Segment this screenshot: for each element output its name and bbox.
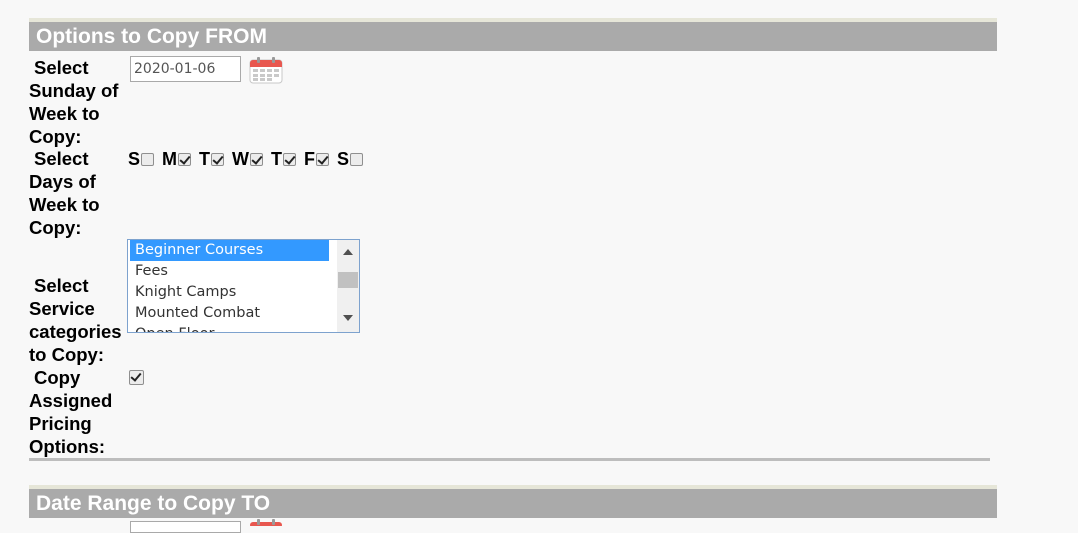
day-letter: T	[199, 148, 211, 169]
day-friday[interactable]: F	[304, 148, 330, 170]
list-item[interactable]: Knight Camps	[130, 282, 329, 303]
from-section-header: Options to Copy FROM	[29, 18, 997, 51]
list-item[interactable]: Mounted Combat	[130, 303, 329, 324]
copy-pricing-checkbox[interactable]	[129, 370, 144, 385]
day-checkbox[interactable]	[211, 152, 225, 166]
scroll-up-icon[interactable]	[343, 249, 353, 255]
day-sunday[interactable]: S	[128, 148, 155, 170]
day-checkbox[interactable]	[316, 152, 330, 166]
scroll-thumb[interactable]	[338, 272, 358, 288]
week-date-input[interactable]: 2020-01-06	[130, 56, 241, 82]
day-checkbox[interactable]	[141, 152, 155, 166]
to-section-header: Date Range to Copy TO	[29, 485, 997, 518]
scroll-down-icon[interactable]	[343, 315, 353, 321]
calendar-icon[interactable]	[249, 56, 283, 84]
days-label: Select Days of Week to Copy:	[29, 148, 100, 238]
day-monday[interactable]: M	[162, 148, 192, 170]
to-section-title: Date Range to Copy TO	[36, 492, 271, 515]
list-item[interactable]: Fees	[130, 261, 329, 282]
day-letter: S	[128, 148, 141, 169]
day-saturday[interactable]: S	[337, 148, 364, 170]
from-section-title: Options to Copy FROM	[36, 25, 267, 48]
day-letter: S	[337, 148, 350, 169]
week-label: Select Sunday of Week to Copy:	[29, 57, 119, 147]
day-tuesday[interactable]: T	[199, 148, 225, 170]
listbox-scrollbar[interactable]	[337, 240, 359, 332]
pricing-label: Copy Assigned Pricing Options:	[29, 367, 113, 457]
calendar-icon[interactable]	[249, 518, 283, 526]
to-date-input[interactable]	[130, 521, 241, 533]
day-letter: F	[304, 148, 316, 169]
day-wednesday[interactable]: W	[232, 148, 264, 170]
list-item[interactable]: Open Floor	[130, 324, 329, 332]
categories-label: Select Service categories to Copy:	[29, 275, 122, 365]
section-divider	[29, 458, 990, 461]
day-checkbox[interactable]	[283, 152, 297, 166]
day-checkbox[interactable]	[250, 152, 264, 166]
day-checkbox[interactable]	[178, 152, 192, 166]
list-item[interactable]: Beginner Courses	[130, 240, 329, 261]
day-letter: T	[271, 148, 283, 169]
day-checkbox[interactable]	[350, 152, 364, 166]
day-thursday[interactable]: T	[271, 148, 297, 170]
service-categories-listbox[interactable]: Beginner Courses Fees Knight Camps Mount…	[127, 239, 360, 333]
day-letter: M	[162, 148, 178, 169]
days-of-week-group: S M T W T F S	[128, 149, 371, 169]
day-letter: W	[232, 148, 250, 169]
